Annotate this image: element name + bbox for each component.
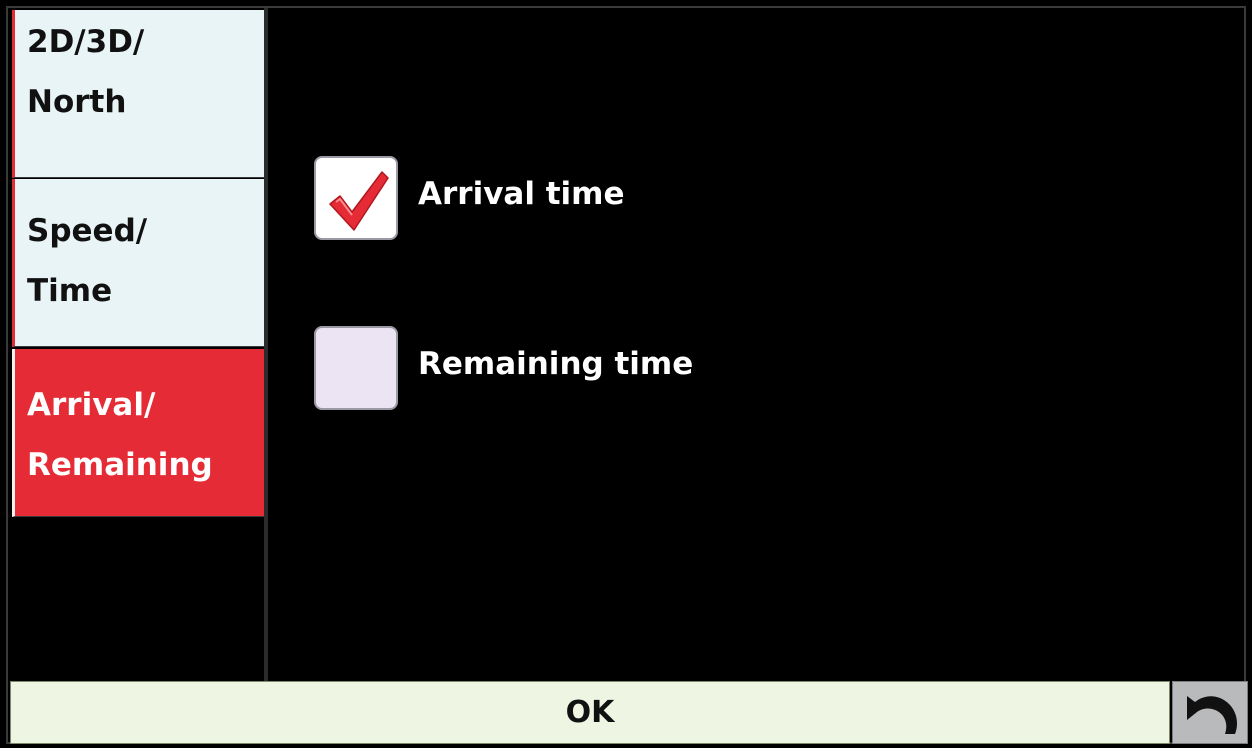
undo-arrow-icon [1187, 696, 1237, 734]
sidebar-item-label-line2: North [27, 84, 127, 120]
sidebar-item-label-line1: 2D/3D/ [27, 24, 145, 60]
arrival-time-checkbox[interactable] [314, 156, 398, 240]
sidebar-item-label-line1: Arrival/ [27, 387, 156, 423]
settings-screen: 2D/3D/ North Speed/ Time Arrival/ Remain… [0, 0, 1252, 748]
sidebar-item-label-line2: Time [27, 273, 113, 309]
option-arrival-time[interactable]: Arrival time [314, 156, 1014, 246]
option-remaining-time[interactable]: Remaining time [314, 326, 1014, 416]
checkmark-icon [329, 171, 389, 231]
sidebar-item-label-line1: Speed/ [27, 213, 148, 249]
back-button[interactable] [1172, 681, 1248, 744]
ok-button[interactable]: OK [10, 681, 1170, 744]
sidebar-item-2d-3d-north[interactable]: 2D/3D/ North [12, 10, 264, 178]
sidebar-divider [264, 8, 268, 684]
sidebar-item-arrival-remaining[interactable]: Arrival/ Remaining [12, 349, 264, 517]
option-label: Remaining time [418, 346, 694, 382]
sidebar-item-speed-time[interactable]: Speed/ Time [12, 179, 264, 347]
sidebar: 2D/3D/ North Speed/ Time Arrival/ Remain… [12, 10, 264, 682]
remaining-time-checkbox[interactable] [314, 326, 398, 410]
option-label: Arrival time [418, 176, 625, 212]
sidebar-item-label-line2: Remaining [27, 447, 213, 483]
